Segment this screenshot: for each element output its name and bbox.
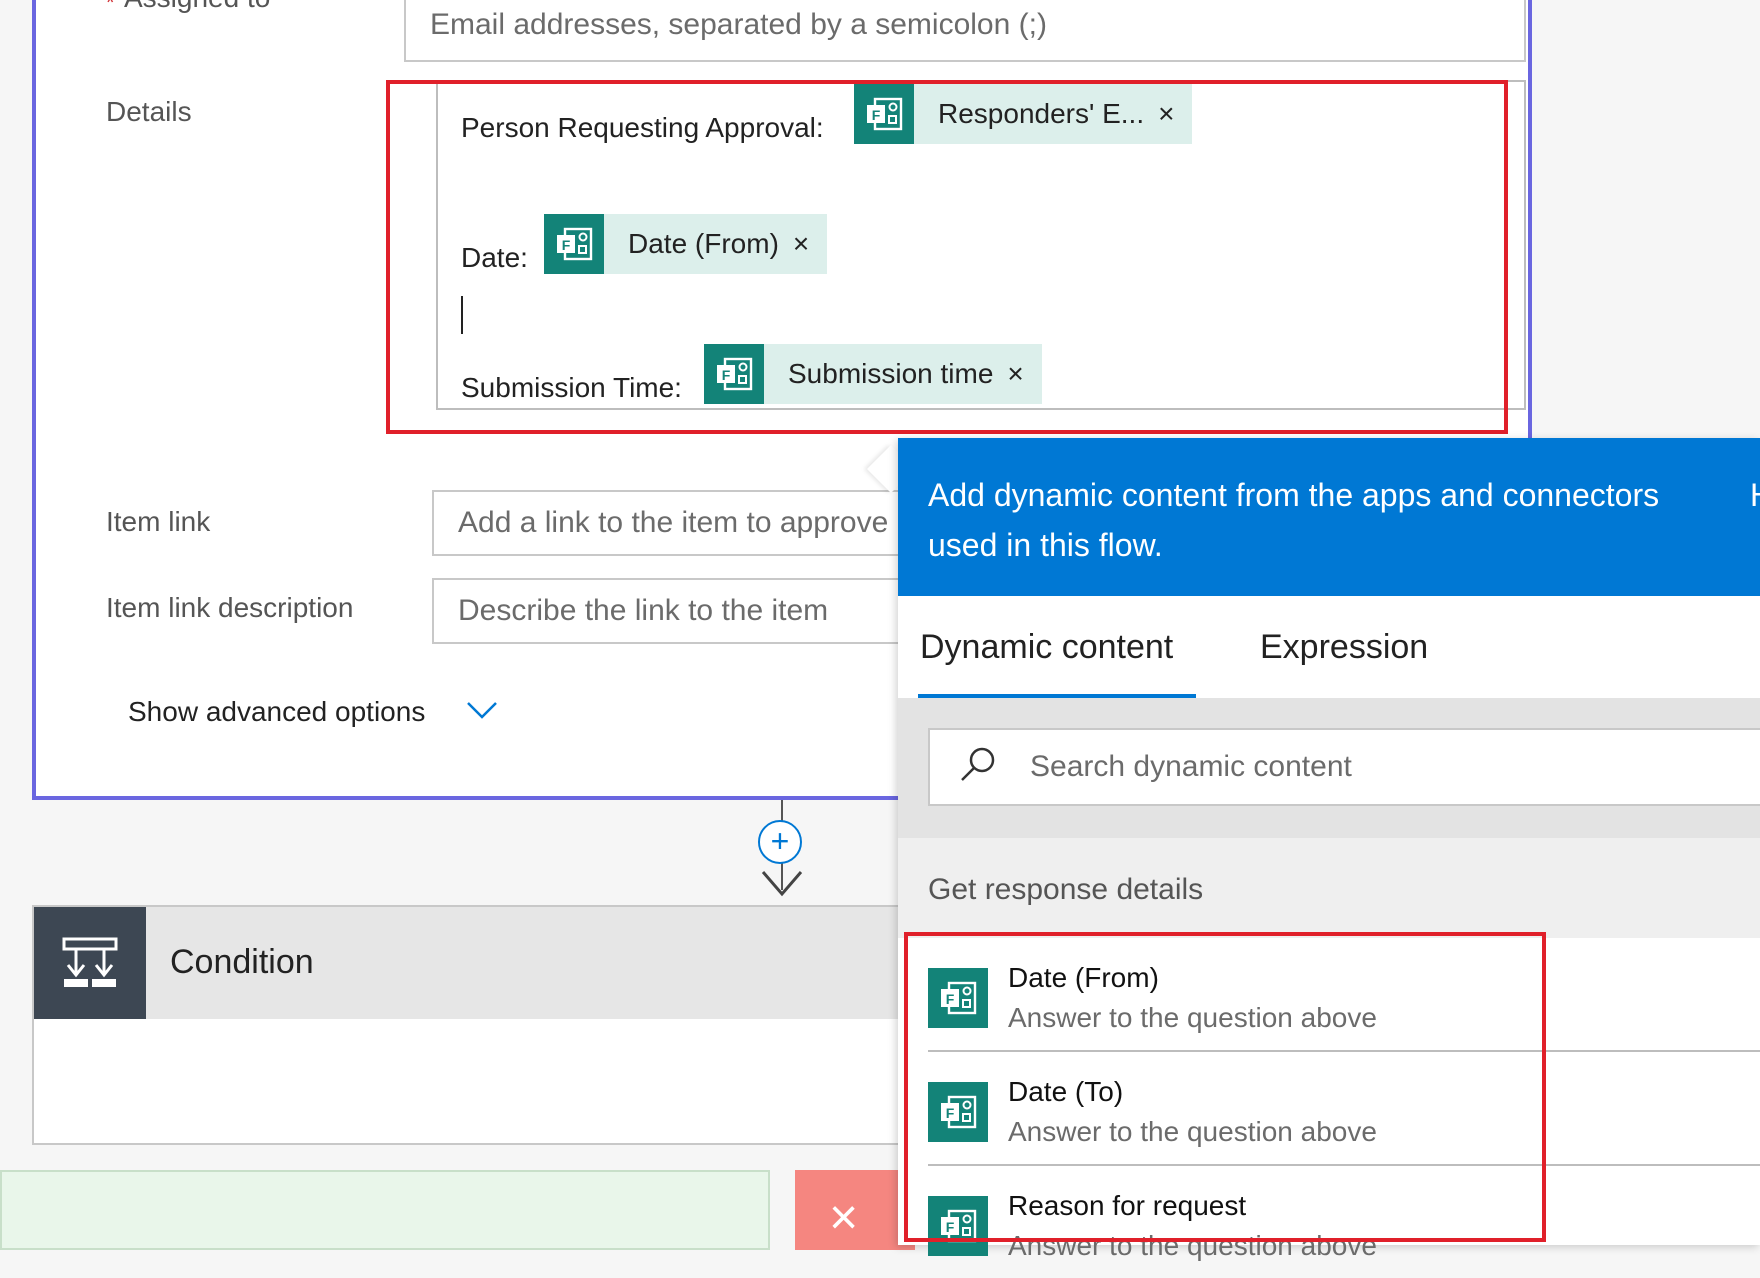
show-advanced-options[interactable]: Show advanced options bbox=[128, 696, 425, 728]
item-link-description-label: Item link description bbox=[106, 592, 354, 623]
tab-expression[interactable]: Expression bbox=[1260, 628, 1428, 667]
condition-icon bbox=[34, 907, 146, 1019]
close-icon: × bbox=[829, 1189, 859, 1245]
chevron-down-icon[interactable] bbox=[466, 700, 498, 720]
item-link-label: Item link bbox=[106, 506, 211, 537]
if-no-branch[interactable]: × bbox=[795, 1170, 915, 1250]
details-highlight bbox=[386, 80, 1508, 434]
details-label: Details bbox=[106, 96, 192, 127]
assigned-to-placeholder: Email addresses, separated by a semicolo… bbox=[430, 8, 1047, 41]
items-highlight bbox=[904, 932, 1546, 1242]
section-title: Get response details bbox=[928, 873, 1204, 906]
arrow-down-icon bbox=[761, 871, 803, 897]
dynamic-panel-description: Add dynamic content from the apps and co… bbox=[928, 477, 1660, 563]
item-link-description-placeholder: Describe the link to the item bbox=[458, 594, 829, 627]
assigned-to-input[interactable]: Email addresses, separated by a semicolo… bbox=[404, 0, 1526, 62]
search-input[interactable]: Search dynamic content bbox=[928, 728, 1760, 806]
if-yes-branch[interactable] bbox=[0, 1170, 770, 1250]
search-icon bbox=[961, 747, 995, 781]
condition-title: Condition bbox=[170, 943, 314, 981]
item-link-placeholder: Add a link to the item to approve bbox=[458, 506, 889, 539]
condition-header[interactable]: Condition bbox=[34, 907, 930, 1019]
condition-card[interactable]: Condition bbox=[32, 905, 932, 1145]
hide-link[interactable]: H bbox=[1750, 470, 1760, 520]
dynamic-panel-header: Add dynamic content from the apps and co… bbox=[898, 438, 1760, 596]
plus-icon[interactable]: + bbox=[758, 820, 802, 864]
search-placeholder: Search dynamic content bbox=[1030, 750, 1352, 783]
assigned-to-label: Assigned to bbox=[124, 0, 270, 14]
required-marker: * bbox=[106, 0, 115, 15]
tab-dynamic-content[interactable]: Dynamic content bbox=[920, 628, 1173, 667]
